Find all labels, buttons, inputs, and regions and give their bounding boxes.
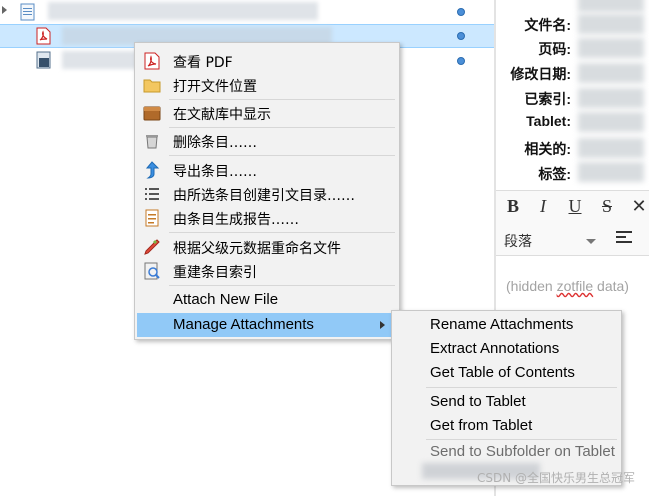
watermark-text: CSDN @全国快乐男生总冠军: [476, 471, 635, 485]
align-left-icon[interactable]: [616, 231, 632, 245]
blurred-value: [578, 14, 644, 34]
menu-item-create-bibliography[interactable]: 由所选条目创建引文目录……: [137, 182, 397, 206]
menu-separator: [169, 127, 395, 128]
field-label-related: 相关的:: [524, 141, 571, 157]
rename-icon: [144, 239, 160, 255]
submenu-item-get-from-tablet[interactable]: Get from Tablet: [394, 414, 619, 438]
submenu-item-extract-annotations[interactable]: Extract Annotations: [394, 337, 619, 361]
snapshot-icon: [36, 51, 51, 69]
collapse-twisty-icon[interactable]: [2, 6, 7, 14]
field-label-pages: 页码:: [538, 41, 571, 57]
hidden-note-text: (hidden zotfile data): [506, 278, 629, 294]
submenu-item-get-toc[interactable]: Get Table of Contents: [394, 361, 619, 385]
italic-icon[interactable]: I: [532, 195, 554, 217]
field-label-indexed: 已索引:: [524, 91, 571, 107]
menu-item-export[interactable]: 导出条目……: [137, 158, 397, 182]
context-menu: 查看 PDF 打开文件位置 在文献库中显示 删除条目…… 导出条目…… 由所选条…: [134, 42, 400, 340]
submenu-item-send-to-tablet[interactable]: Send to Tablet: [394, 390, 619, 414]
underline-icon[interactable]: U: [564, 195, 586, 217]
strikethrough-icon[interactable]: S: [596, 195, 618, 217]
blurred-value: [578, 0, 644, 12]
manage-attachments-submenu: Rename Attachments Extract Annotations G…: [391, 310, 622, 486]
field-label-modified: 修改日期:: [510, 66, 571, 82]
tree-row-parent[interactable]: [0, 0, 494, 24]
blurred-value: [578, 162, 644, 182]
blurred-value: [578, 112, 644, 132]
field-label-tags: 标签:: [538, 166, 571, 182]
field-label-partial: [567, 0, 571, 11]
menu-item-show-in-library[interactable]: 在文献库中显示: [137, 101, 397, 125]
menu-item-attach-new-file[interactable]: Attach New File: [137, 288, 397, 312]
submenu-item-send-to-subfolder[interactable]: Send to Subfolder on Tablet: [394, 439, 619, 463]
attachment-dot-icon[interactable]: [457, 32, 465, 40]
menu-separator: [169, 232, 395, 233]
report-icon: [145, 209, 159, 227]
chevron-down-icon[interactable]: [586, 239, 596, 244]
document-icon: [20, 3, 35, 21]
bold-icon[interactable]: B: [502, 195, 524, 217]
submenu-item-rename-attachments[interactable]: Rename Attachments: [394, 313, 619, 337]
menu-item-open-location[interactable]: 打开文件位置: [137, 73, 397, 97]
paragraph-style-select[interactable]: 段落: [504, 231, 532, 251]
pdf-icon: [36, 27, 51, 45]
trash-icon: [146, 135, 158, 149]
bibliography-icon: [145, 188, 159, 200]
clear-format-icon[interactable]: ✕: [628, 195, 649, 217]
blurred-value: [578, 138, 644, 158]
menu-item-delete[interactable]: 删除条目……: [137, 129, 397, 153]
attachment-dot-icon[interactable]: [457, 8, 465, 16]
menu-separator: [169, 285, 395, 286]
blurred-title: [48, 2, 318, 20]
menu-separator: [169, 99, 395, 100]
menu-item-rename-from-parent[interactable]: 根据父级元数据重命名文件: [137, 235, 397, 259]
note-body[interactable]: (hidden zotfile data): [506, 278, 629, 294]
blurred-value: [578, 88, 644, 108]
blurred-value: [578, 38, 644, 58]
menu-item-generate-report[interactable]: 由条目生成报告……: [137, 206, 397, 230]
menu-item-view-pdf[interactable]: 查看 PDF: [137, 49, 397, 73]
menu-separator: [426, 387, 617, 388]
field-label-tablet: Tablet:: [526, 113, 571, 129]
reindex-icon: [144, 262, 160, 280]
menu-item-manage-attachments[interactable]: Manage Attachments: [137, 313, 397, 337]
pdf-icon: [144, 52, 160, 70]
field-label-filename: 文件名:: [524, 17, 571, 33]
submenu-arrow-icon: [380, 321, 385, 329]
library-icon: [143, 106, 161, 121]
menu-item-reindex[interactable]: 重建条目索引: [137, 259, 397, 283]
export-icon: [145, 161, 160, 179]
note-editor-toolbar: B I U S ✕ 段落: [496, 190, 649, 256]
folder-icon: [143, 79, 161, 93]
menu-separator: [169, 155, 395, 156]
blurred-value: [578, 63, 644, 83]
attachment-dot-icon[interactable]: [457, 57, 465, 65]
